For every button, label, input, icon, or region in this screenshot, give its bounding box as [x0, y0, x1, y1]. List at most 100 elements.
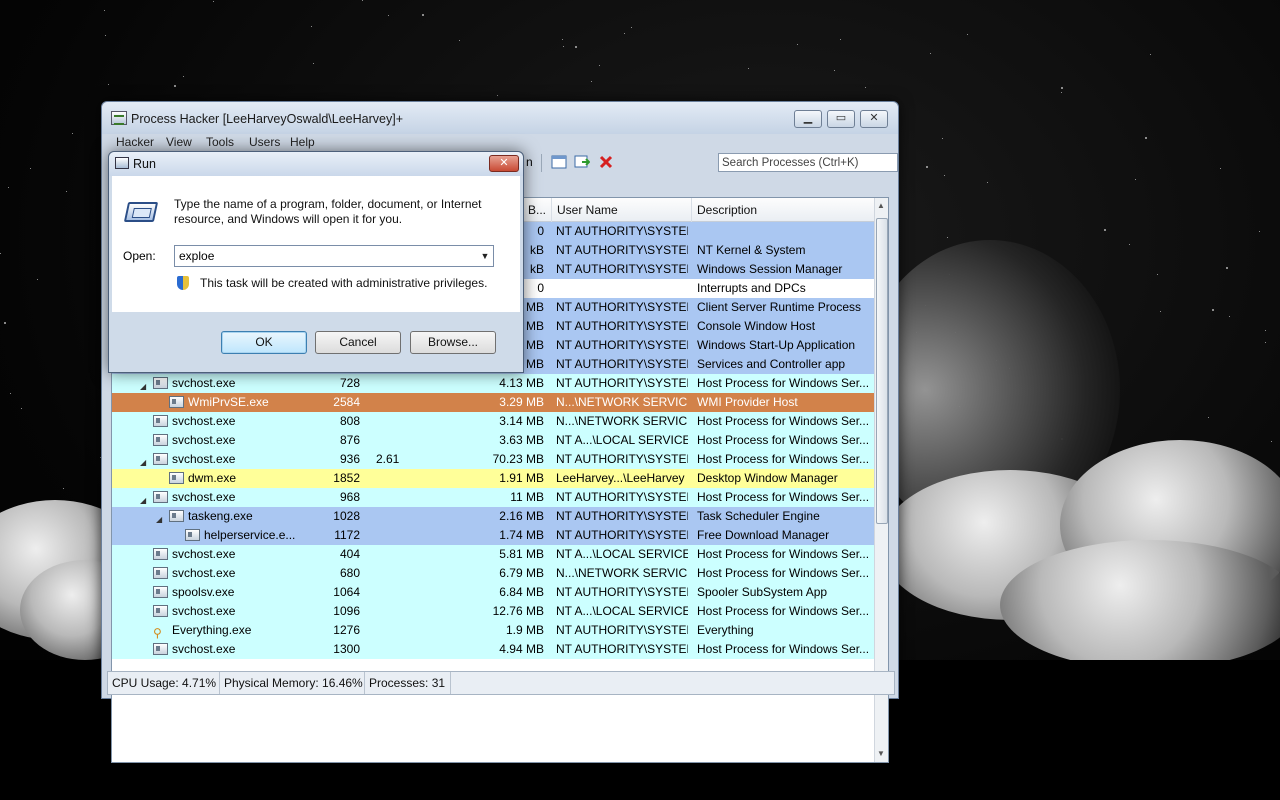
status-process-count: Processes: 31 — [365, 672, 451, 694]
process-user-name: NT AUTHORITY\SYSTEM — [556, 338, 688, 352]
table-row[interactable]: svchost.exe 1096 12.76 MB NT A...\LOCAL SER… — [112, 602, 874, 621]
column-header-bytes[interactable]: B... — [522, 198, 551, 222]
tree-expand-icon[interactable]: ◢ — [140, 491, 146, 507]
process-icon — [153, 586, 168, 598]
table-row[interactable]: ◢ svchost.exe 968 11 MB NT AUTHORITY\SYSTEM H… — [112, 488, 874, 507]
scroll-down-arrow-icon[interactable]: ▼ — [877, 749, 885, 758]
process-name: svchost.exe — [172, 642, 236, 656]
menu-hacker[interactable]: Hacker — [116, 135, 154, 149]
process-name-cell: spoolsv.exe — [112, 583, 312, 602]
menu-help[interactable]: Help — [290, 135, 315, 149]
table-row[interactable]: ⚲ Everything.exe 1276 1.9 MB NT AUTHORITY\SY… — [112, 621, 874, 640]
process-pid: 1172 — [334, 528, 360, 542]
process-icon — [169, 472, 184, 484]
run-close-button[interactable]: ✕ — [489, 155, 519, 172]
process-name: helperservice.e... — [204, 528, 296, 542]
process-user-name: NT AUTHORITY\SYSTEM — [556, 528, 688, 542]
toolbar-button-label[interactable]: n — [526, 155, 533, 169]
open-command-input[interactable] — [174, 245, 494, 267]
process-pid: 1276 — [333, 623, 360, 637]
process-name-cell: ◢ svchost.exe — [112, 374, 312, 393]
column-header-user-name[interactable]: User Name — [551, 198, 691, 222]
process-name-cell: svchost.exe — [112, 602, 312, 621]
table-row[interactable]: ◢ taskeng.exe 1028 2.16 MB NT AUTHORITY\SYST… — [112, 507, 874, 526]
process-description: Host Process for Windows Ser... — [697, 376, 869, 390]
run-dialog-titlebar[interactable]: Run ✕ — [109, 152, 523, 176]
tree-expand-icon[interactable]: ◢ — [140, 377, 146, 393]
wallpaper-star — [37, 279, 38, 280]
wallpaper-star — [459, 40, 460, 41]
wallpaper-star — [1265, 342, 1266, 343]
process-name: taskeng.exe — [188, 509, 253, 523]
wallpaper-star — [624, 33, 625, 34]
process-cpu — [376, 393, 426, 412]
tree-expand-icon[interactable]: ◢ — [156, 510, 162, 526]
process-cpu — [376, 431, 426, 450]
menu-users[interactable]: Users — [249, 135, 280, 149]
process-description: WMI Provider Host — [697, 395, 798, 409]
table-row[interactable]: helperservice.e... 1172 1.74 MB NT AUTHORIT… — [112, 526, 874, 545]
process-icon — [153, 605, 168, 617]
process-memory: 2.16 MB — [499, 509, 544, 523]
table-row[interactable]: svchost.exe 876 3.63 MB NT A...\LOCAL SERVI… — [112, 431, 874, 450]
find-window-icon[interactable] — [574, 155, 591, 169]
process-memory: 3.63 MB — [499, 433, 544, 447]
wallpaper-star — [942, 138, 943, 139]
maximize-button[interactable]: ▭ — [827, 110, 855, 128]
wallpaper-star — [10, 393, 11, 394]
close-button[interactable]: ✕ — [860, 110, 888, 128]
scroll-up-arrow-icon[interactable]: ▲ — [877, 201, 885, 210]
wallpaper-star — [1135, 179, 1136, 180]
process-pid: 404 — [339, 547, 360, 561]
process-user-name: NT AUTHORITY\SYSTEM — [556, 623, 688, 637]
terminate-icon[interactable] — [598, 155, 614, 169]
process-pid: 1028 — [333, 509, 360, 523]
search-processes-input[interactable] — [718, 153, 898, 172]
process-user-name: N...\NETWORK SERVICE — [556, 395, 688, 409]
wallpaper-star — [104, 10, 105, 11]
wallpaper-star — [4, 322, 6, 324]
column-header-description[interactable]: Description — [691, 198, 874, 222]
table-row[interactable]: ◢ svchost.exe 936 2.61 70.23 MB NT AUTHORITY\… — [112, 450, 874, 469]
wallpaper-star — [1265, 330, 1266, 331]
window-titlebar[interactable]: Process Hacker [LeeHarveyOswald\LeeHarve… — [102, 102, 898, 134]
wallpaper-star — [1145, 137, 1147, 139]
minimize-button[interactable]: ▁ — [794, 110, 822, 128]
tree-expand-icon[interactable]: ◢ — [140, 453, 146, 469]
wallpaper-star — [30, 168, 31, 169]
table-row[interactable]: svchost.exe 404 5.81 MB NT A...\LOCAL SERVI… — [112, 545, 874, 564]
table-row[interactable]: svchost.exe 1300 4.94 MB NT AUTHORITY\SYSTE… — [112, 640, 874, 659]
process-memory: 5.81 MB — [499, 547, 544, 561]
process-cpu: 2.61 — [376, 452, 400, 466]
process-memory: 6.84 MB — [499, 585, 544, 599]
process-name: spoolsv.exe — [172, 585, 235, 599]
process-icon — [153, 491, 168, 503]
dropdown-arrow-icon[interactable]: ▼ — [478, 247, 492, 265]
process-description: Desktop Window Manager — [697, 471, 838, 485]
process-description: Free Download Manager — [697, 528, 830, 542]
table-row[interactable]: spoolsv.exe 1064 6.84 MB NT AUTHORITY\SYSTE… — [112, 583, 874, 602]
process-name: WmiPrvSE.exe — [188, 395, 269, 409]
process-pid: 936 — [339, 452, 360, 466]
run-dialog: Run ✕ Type the name of a program, folder… — [108, 151, 524, 373]
process-description: Host Process for Windows Ser... — [697, 604, 869, 618]
wallpaper-star — [834, 70, 835, 71]
cancel-button[interactable]: Cancel — [315, 331, 401, 354]
wallpaper-star — [575, 46, 577, 48]
scrollbar-thumb[interactable] — [876, 218, 888, 524]
table-row[interactable]: WmiPrvSE.exe 2584 3.29 MB N...\NETWORK SERV… — [112, 393, 874, 412]
process-user-name — [556, 279, 688, 298]
menu-view[interactable]: View — [166, 135, 192, 149]
window-icon[interactable] — [551, 155, 567, 169]
browse-button[interactable]: Browse... — [410, 331, 496, 354]
table-row[interactable]: dwm.exe 1852 1.91 MB LeeHarvey...\LeeHarvey… — [112, 469, 874, 488]
table-row[interactable]: svchost.exe 808 3.14 MB N...\NETWORK SERVIC… — [112, 412, 874, 431]
table-row[interactable]: svchost.exe 680 6.79 MB N...\NETWORK SERVIC… — [112, 564, 874, 583]
wallpaper-star — [313, 63, 314, 64]
table-row[interactable]: ◢ svchost.exe 728 4.13 MB NT AUTHORITY\SYSTE… — [112, 374, 874, 393]
wallpaper-star — [183, 76, 184, 77]
menu-tools[interactable]: Tools — [206, 135, 234, 149]
status-physical-memory: Physical Memory: 16.46% — [220, 672, 365, 694]
ok-button[interactable]: OK — [221, 331, 307, 354]
process-user-name: N...\NETWORK SERVICE — [556, 566, 688, 580]
